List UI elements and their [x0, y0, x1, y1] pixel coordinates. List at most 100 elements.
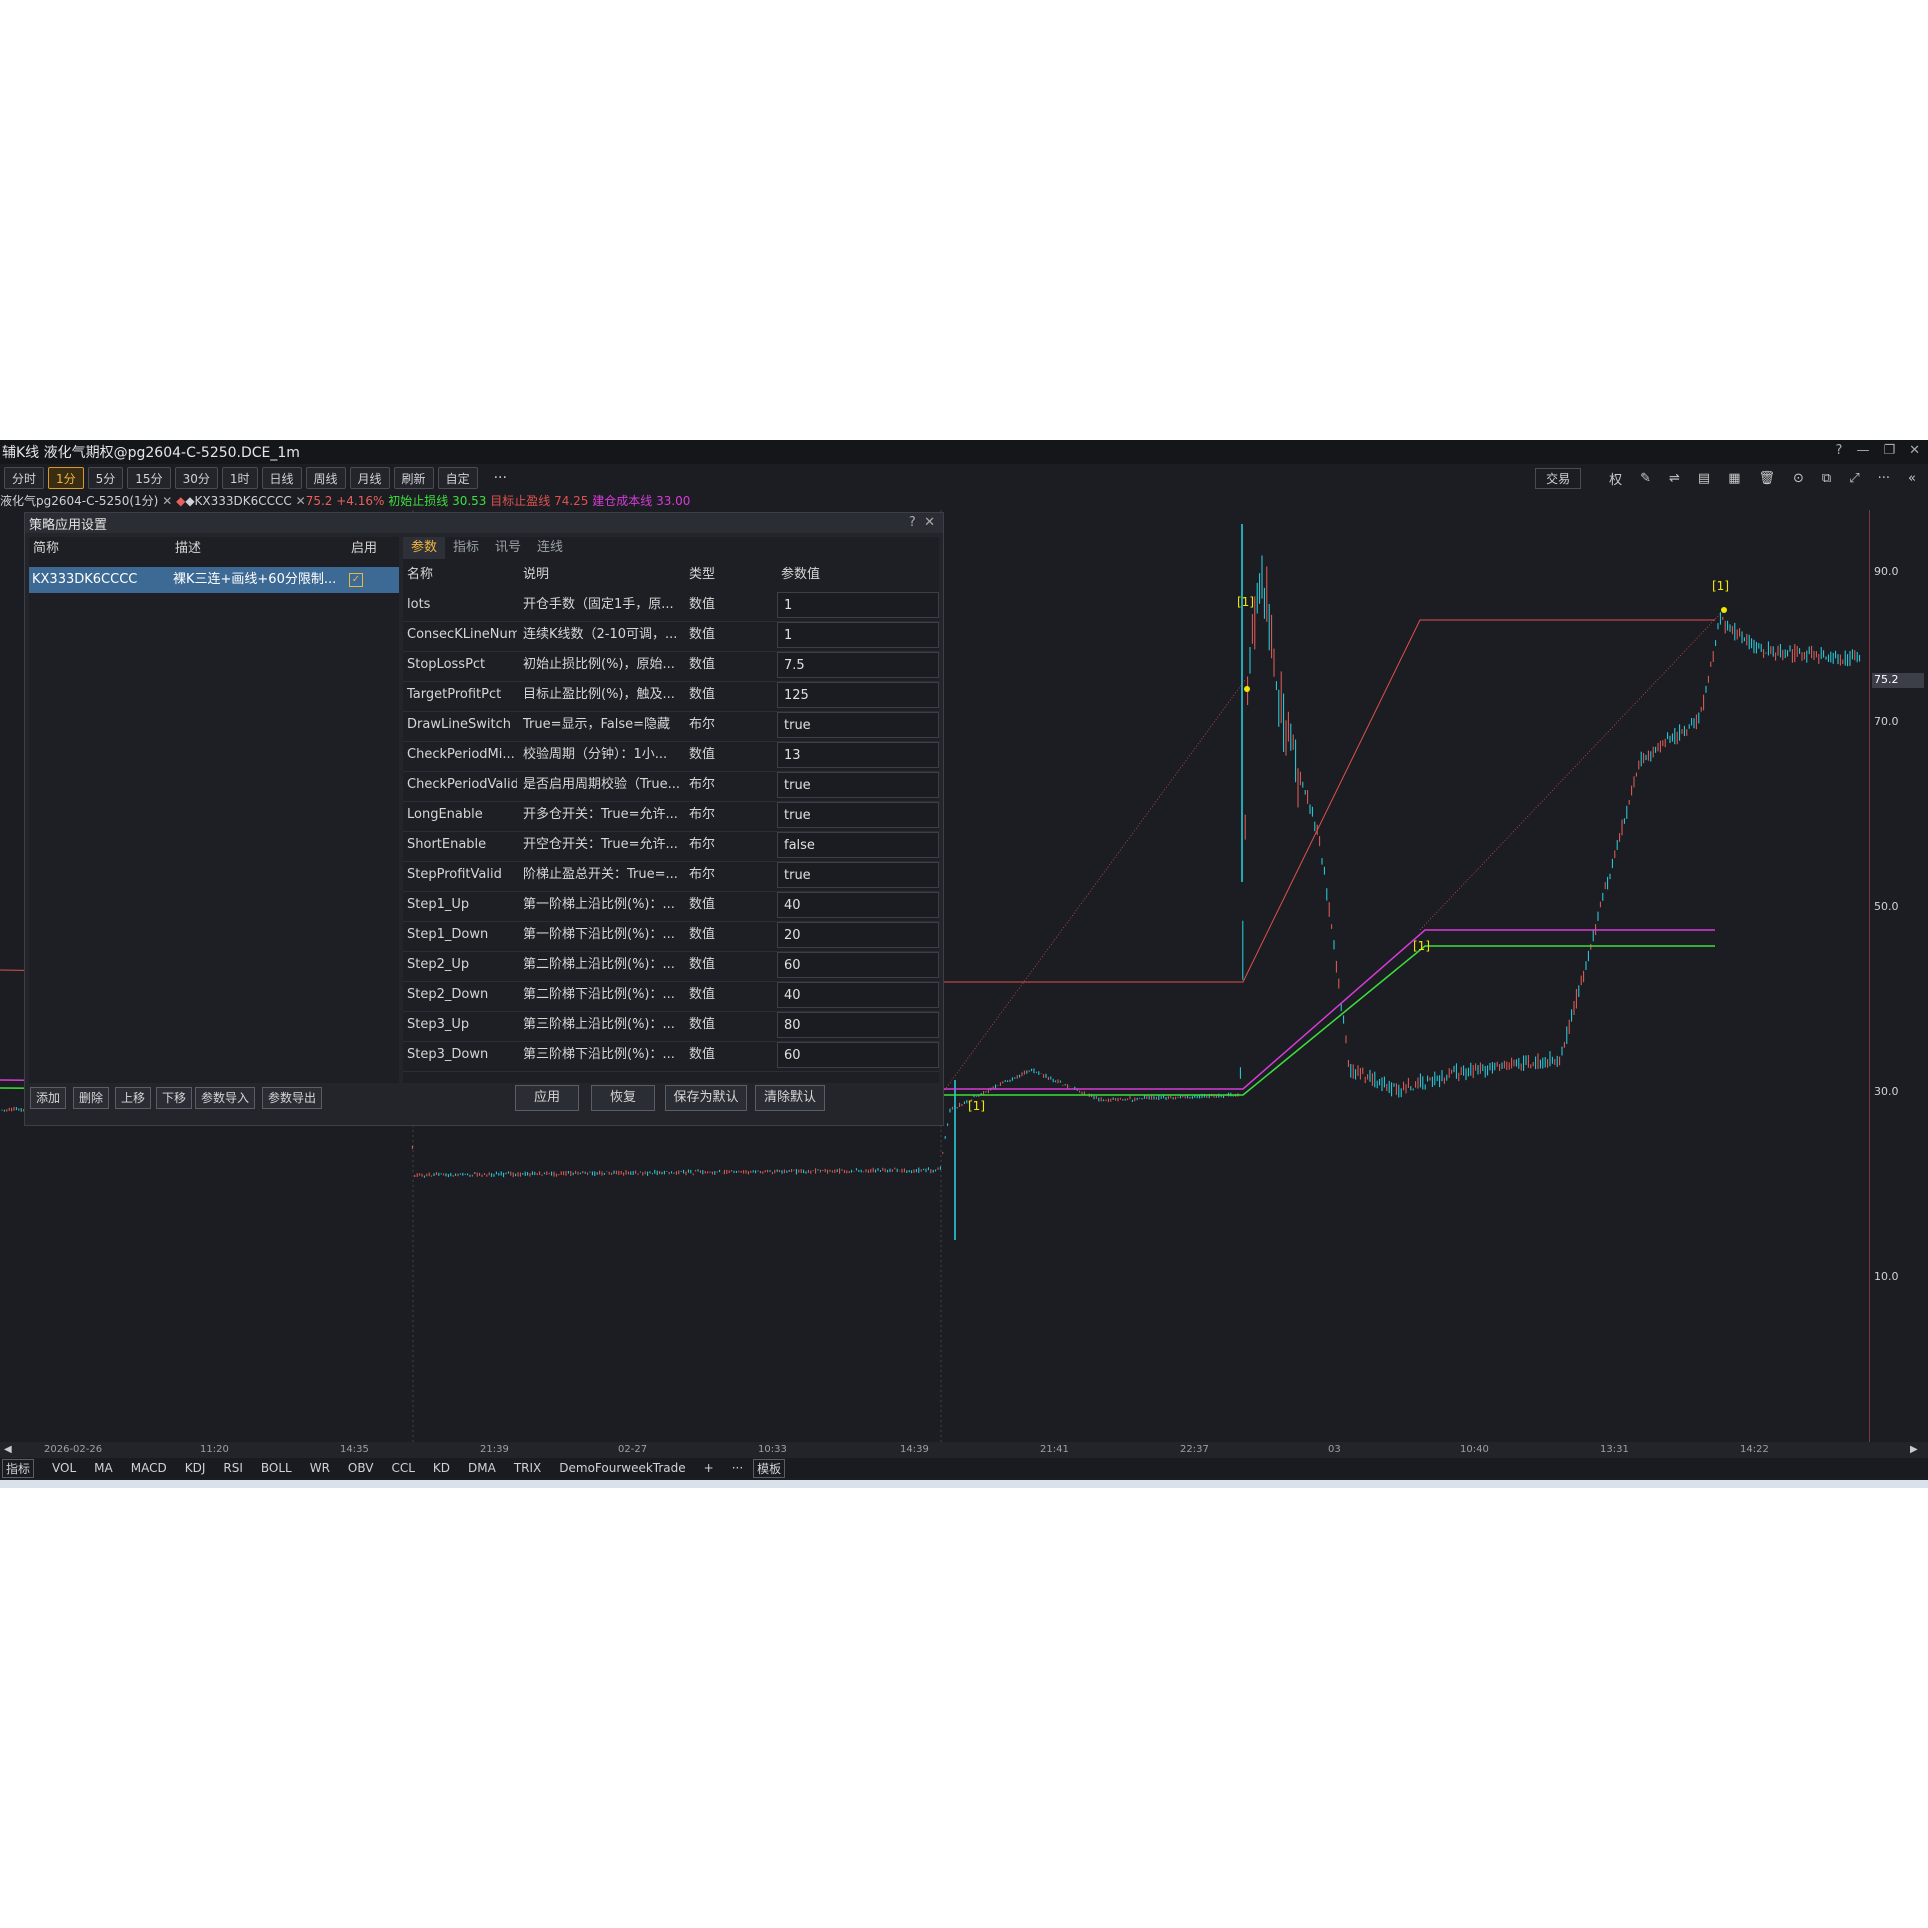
- template-tag[interactable]: 模板: [753, 1458, 786, 1478]
- param-value-input[interactable]: true: [777, 802, 939, 828]
- indicator-macd[interactable]: MACD: [131, 1461, 167, 1475]
- param-row[interactable]: Step1_Up 第一阶梯上沿比例(%)：... 数值 40: [403, 891, 939, 922]
- grid-icon[interactable]: ▦: [1728, 471, 1740, 486]
- param-row[interactable]: lots 开仓手数（固定1手，原... 数值 1: [403, 591, 939, 622]
- indicator-dma[interactable]: DMA: [468, 1461, 496, 1475]
- time-axis[interactable]: ◀ 2026-02-26 11:20 14:35 21:39 02-27 10:…: [0, 1442, 1928, 1458]
- param-value-input[interactable]: true: [777, 772, 939, 798]
- more-options-icon[interactable]: ···: [1878, 471, 1890, 486]
- target-icon[interactable]: ⊙: [1793, 471, 1804, 486]
- clear-default-button[interactable]: 清除默认: [755, 1085, 825, 1111]
- period-5m-button[interactable]: 5分: [87, 467, 124, 489]
- param-row[interactable]: StepProfitValid 阶梯止盈总开关：True=... 布尔 true: [403, 861, 939, 892]
- param-value-input[interactable]: 125: [777, 682, 939, 708]
- period-intraday-button[interactable]: 分时: [4, 467, 45, 489]
- param-value-input[interactable]: 60: [777, 1042, 939, 1068]
- param-row[interactable]: DrawLineSwitch True=显示，False=隐藏 布尔 true: [403, 711, 939, 742]
- trade-button[interactable]: 交易: [1535, 468, 1582, 489]
- indicator-tag[interactable]: 指标: [2, 1458, 35, 1478]
- save-default-button[interactable]: 保存为默认: [665, 1085, 747, 1111]
- restore-icon[interactable]: ❐: [1883, 443, 1895, 458]
- help-icon[interactable]: ?: [1836, 443, 1843, 458]
- param-value-input[interactable]: 20: [777, 922, 939, 948]
- period-15m-button[interactable]: 15分: [127, 467, 171, 489]
- indicator-kdj[interactable]: KDJ: [185, 1461, 206, 1475]
- move-up-button[interactable]: 上移: [115, 1087, 152, 1109]
- param-value-input[interactable]: 1: [777, 622, 939, 648]
- param-row[interactable]: CheckPeriodMi... 校验周期（分钟）：1小... 数值 13: [403, 741, 939, 772]
- param-row[interactable]: ConsecKLineNum 连续K线数（2-10可调，... 数值 1: [403, 621, 939, 652]
- strategy-row[interactable]: KX333DK6CCCC 裸K三连+画线+60分限制... ✓: [29, 567, 399, 593]
- dialog-close-icon[interactable]: ✕: [924, 515, 935, 530]
- indicator-ma[interactable]: MA: [94, 1461, 113, 1475]
- fullscreen-icon[interactable]: ⤢: [1849, 471, 1859, 486]
- param-value-input[interactable]: 13: [777, 742, 939, 768]
- draw-pen-icon[interactable]: ✎: [1640, 471, 1651, 486]
- more-indicators-icon[interactable]: ···: [732, 1461, 743, 1475]
- param-row[interactable]: LongEnable 开多仓开关：True=允许... 布尔 true: [403, 801, 939, 832]
- layout-icon[interactable]: ▤: [1698, 471, 1710, 486]
- legend-strategy-close-icon[interactable]: ✕: [296, 494, 306, 508]
- apply-button[interactable]: 应用: [515, 1085, 579, 1111]
- indicator-boll[interactable]: BOLL: [261, 1461, 292, 1475]
- param-row[interactable]: Step3_Up 第三阶梯上沿比例(%)：... 数值 80: [403, 1011, 939, 1042]
- period-day-button[interactable]: 日线: [261, 467, 302, 489]
- refresh-button[interactable]: 刷新: [393, 467, 434, 489]
- param-value-input[interactable]: 1: [777, 592, 939, 618]
- indicator-wr[interactable]: WR: [310, 1461, 330, 1475]
- restore-button[interactable]: 恢复: [591, 1085, 655, 1111]
- param-row[interactable]: Step2_Up 第二阶梯上沿比例(%)：... 数值 60: [403, 951, 939, 982]
- period-1h-button[interactable]: 1时: [221, 467, 258, 489]
- param-value-input[interactable]: 40: [777, 892, 939, 918]
- tab-lines[interactable]: 连线: [529, 537, 571, 559]
- period-1m-button[interactable]: 1分: [48, 467, 84, 489]
- move-down-button[interactable]: 下移: [156, 1087, 193, 1109]
- indicator-kd[interactable]: KD: [433, 1461, 450, 1475]
- param-value-input[interactable]: 40: [777, 982, 939, 1008]
- close-icon[interactable]: ✕: [1909, 443, 1920, 458]
- indicator-trix[interactable]: TRIX: [514, 1461, 541, 1475]
- param-row[interactable]: ShortEnable 开空仓开关：True=允许... 布尔 false: [403, 831, 939, 862]
- window-icon[interactable]: ⧉: [1822, 471, 1831, 486]
- indicator-vol[interactable]: VOL: [52, 1461, 76, 1475]
- legend-close-icon[interactable]: ✕: [162, 494, 172, 508]
- delete-strategy-button[interactable]: 删除: [73, 1087, 110, 1109]
- adjust-icon[interactable]: ⇌: [1669, 471, 1680, 486]
- param-row[interactable]: StopLossPct 初始止损比例(%)，原始... 数值 7.5: [403, 651, 939, 682]
- period-week-button[interactable]: 周线: [305, 467, 346, 489]
- indicator-demofourweektrade[interactable]: DemoFourweekTrade: [559, 1461, 685, 1475]
- indicator-rsi[interactable]: RSI: [223, 1461, 243, 1475]
- collapse-icon[interactable]: «: [1908, 471, 1916, 486]
- param-value-input[interactable]: false: [777, 832, 939, 858]
- more-icon[interactable]: ···: [494, 470, 507, 486]
- add-indicator-icon[interactable]: +: [704, 1461, 714, 1475]
- trash-icon[interactable]: 🗑: [1759, 471, 1776, 486]
- scroll-left-icon[interactable]: ◀: [4, 1444, 12, 1455]
- scroll-right-icon[interactable]: ▶: [1910, 1444, 1918, 1455]
- param-row[interactable]: Step1_Down 第一阶梯下沿比例(%)：... 数值 20: [403, 921, 939, 952]
- dialog-help-icon[interactable]: ?: [909, 515, 916, 530]
- indicator-obv[interactable]: OBV: [348, 1461, 374, 1475]
- add-strategy-button[interactable]: 添加: [30, 1087, 67, 1109]
- tab-indicators[interactable]: 指标: [445, 537, 487, 559]
- indicator-ccl[interactable]: CCL: [391, 1461, 414, 1475]
- import-params-button[interactable]: 参数导入: [195, 1087, 256, 1109]
- param-value-input[interactable]: 7.5: [777, 652, 939, 678]
- param-row[interactable]: Step2_Down 第二阶梯下沿比例(%)：... 数值 40: [403, 981, 939, 1012]
- rights-icon[interactable]: 权: [1609, 469, 1622, 488]
- period-month-button[interactable]: 月线: [349, 467, 390, 489]
- param-row[interactable]: CheckPeriodValid 是否启用周期校验（True... 布尔 true: [403, 771, 939, 802]
- tab-params[interactable]: 参数: [403, 537, 446, 559]
- minimize-icon[interactable]: —: [1856, 443, 1869, 458]
- export-params-button[interactable]: 参数导出: [262, 1087, 323, 1109]
- period-30m-button[interactable]: 30分: [174, 467, 218, 489]
- strategy-enabled-checkbox[interactable]: ✓: [349, 573, 363, 587]
- param-row[interactable]: Step3_Down 第三阶梯下沿比例(%)：... 数值 60: [403, 1041, 939, 1072]
- tab-signals[interactable]: 讯号: [487, 537, 529, 559]
- param-value-input[interactable]: true: [777, 862, 939, 888]
- param-value-input[interactable]: 80: [777, 1012, 939, 1038]
- param-value-input[interactable]: 60: [777, 952, 939, 978]
- param-row[interactable]: TargetProfitPct 目标止盈比例(%)，触及... 数值 125: [403, 681, 939, 712]
- param-value-input[interactable]: true: [777, 712, 939, 738]
- custom-period-button[interactable]: 自定: [437, 467, 478, 489]
